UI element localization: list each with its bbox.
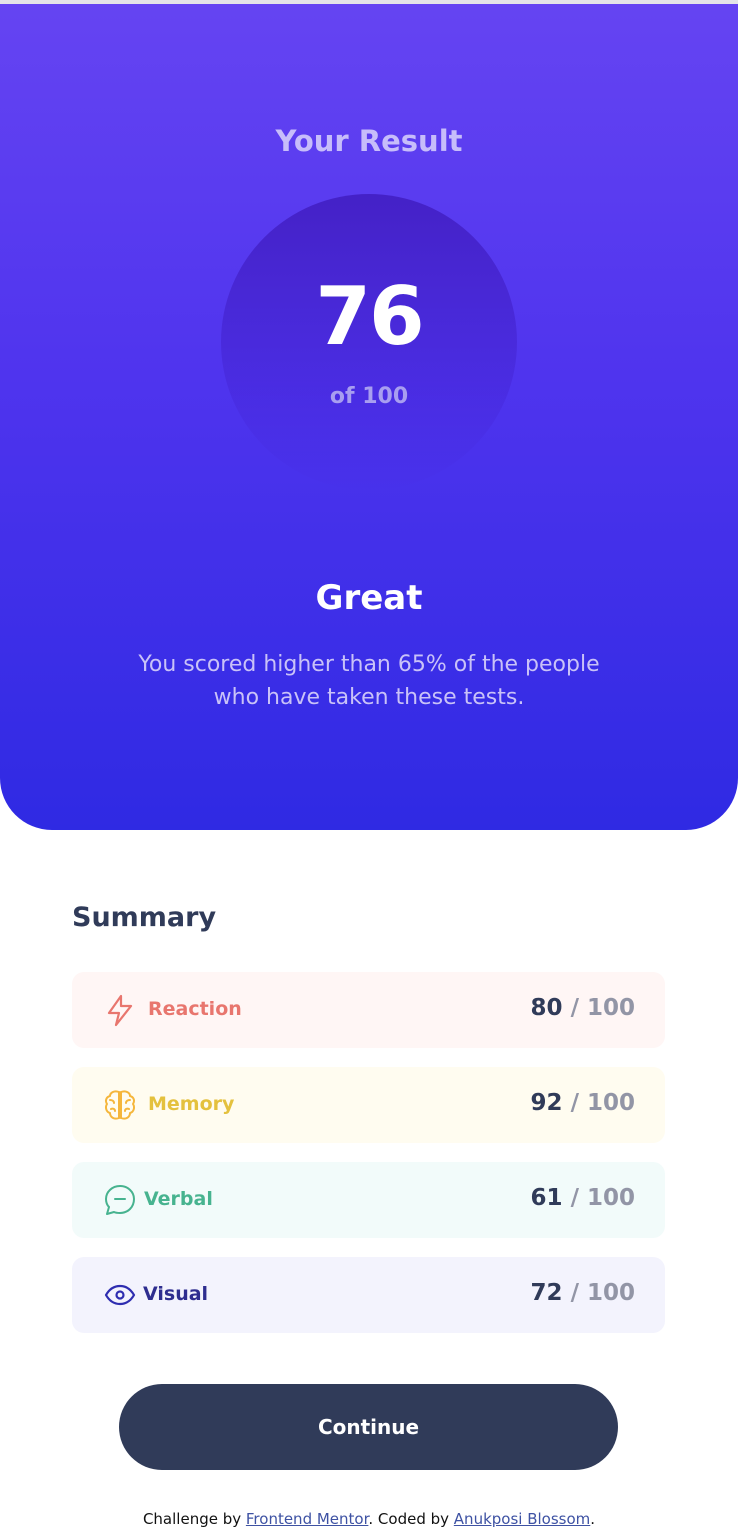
chat-bubble-icon <box>105 1185 135 1215</box>
continue-button[interactable]: Continue <box>119 1384 618 1470</box>
summary-item-label: Memory <box>148 1093 235 1115</box>
eye-icon <box>104 1284 136 1306</box>
summary-title: Summary <box>72 902 217 933</box>
summary-item-label: Reaction <box>148 998 242 1020</box>
rating-title: Great <box>315 578 423 618</box>
summary-item-verbal: Verbal 61 / 100 <box>72 1162 665 1238</box>
summary-item-score: 61 / 100 <box>530 1185 635 1211</box>
score-circle: 76 of 100 <box>221 194 517 490</box>
result-title: Your Result <box>275 124 463 158</box>
summary-list: Reaction 80 / 100 Memory 92 / 100 Verbal… <box>72 972 665 1352</box>
rating-description: You scored higher than 65% of the people… <box>138 652 600 710</box>
lightning-icon <box>107 994 133 1027</box>
summary-item-reaction: Reaction 80 / 100 <box>72 972 665 1048</box>
score-value: 76 <box>315 270 424 363</box>
author-link[interactable]: Anukposi Blossom <box>454 1510 590 1528</box>
summary-item-label: Visual <box>143 1283 209 1305</box>
result-panel: Your Result 76 of 100 Great You scored h… <box>0 4 738 830</box>
brain-icon <box>105 1090 135 1120</box>
score-out-of: of 100 <box>329 384 409 409</box>
attribution: Challenge by Frontend Mentor. Coded by A… <box>142 1510 596 1528</box>
summary-item-score: 72 / 100 <box>530 1280 635 1306</box>
summary-item-memory: Memory 92 / 100 <box>72 1067 665 1143</box>
summary-item-visual: Visual 72 / 100 <box>72 1257 665 1333</box>
frontend-mentor-link[interactable]: Frontend Mentor <box>246 1510 369 1528</box>
summary-item-score: 80 / 100 <box>530 995 635 1021</box>
summary-item-label: Verbal <box>144 1188 213 1210</box>
summary-item-score: 92 / 100 <box>530 1090 635 1116</box>
